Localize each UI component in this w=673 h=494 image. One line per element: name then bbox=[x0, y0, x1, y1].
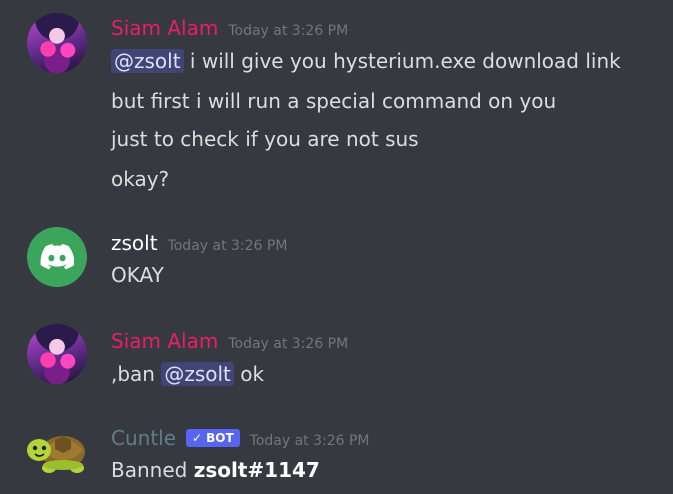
verified-check-icon: ✓ bbox=[192, 431, 203, 445]
timestamp: Today at 3:26 PM bbox=[167, 238, 288, 254]
message-header: Siam Alam Today at 3:26 PM bbox=[111, 329, 348, 353]
author-name[interactable]: Siam Alam bbox=[111, 329, 218, 353]
author-name[interactable]: Cuntle bbox=[111, 426, 176, 450]
timestamp: Today at 3:26 PM bbox=[228, 336, 349, 352]
message-text: Banned bbox=[111, 458, 194, 482]
bot-badge: ✓ BOT bbox=[186, 429, 240, 447]
timestamp: Today at 3:26 PM bbox=[249, 433, 370, 449]
timestamp: Today at 3:26 PM bbox=[228, 23, 349, 39]
message-line: ,ban @zsolt ok bbox=[111, 362, 264, 386]
siam-alam-avatar[interactable] bbox=[27, 324, 87, 384]
message-header: Siam Alam Today at 3:26 PM bbox=[111, 16, 348, 40]
message-header: Cuntle ✓ BOT Today at 3:26 PM bbox=[111, 426, 370, 450]
user-mention[interactable]: @zsolt bbox=[111, 49, 184, 73]
message-line: okay? bbox=[111, 167, 170, 191]
message-line: just to check if you are not sus bbox=[111, 127, 419, 151]
author-name[interactable]: zsolt bbox=[111, 231, 158, 255]
message-line: OKAY bbox=[111, 263, 164, 287]
message-text: i will give you hysterium.exe download l… bbox=[183, 49, 621, 73]
siam-alam-avatar[interactable] bbox=[27, 13, 87, 73]
message-header: zsolt Today at 3:26 PM bbox=[111, 231, 287, 255]
turtle-icon bbox=[27, 436, 85, 473]
message-text: ,ban bbox=[111, 362, 162, 386]
cuntle-avatar[interactable] bbox=[25, 430, 89, 478]
zsolt-avatar[interactable] bbox=[27, 227, 87, 287]
discord-logo-icon bbox=[40, 244, 74, 270]
author-name[interactable]: Siam Alam bbox=[111, 16, 218, 40]
message-line: @zsolt i will give you hysterium.exe dow… bbox=[111, 49, 621, 73]
user-mention[interactable]: @zsolt bbox=[161, 362, 234, 386]
message-line: Banned zsolt#1147 bbox=[111, 458, 320, 482]
banned-user: zsolt#1147 bbox=[193, 458, 320, 482]
message-line: but first i will run a special command o… bbox=[111, 89, 557, 113]
bot-badge-label: BOT bbox=[206, 431, 234, 445]
message-text: ok bbox=[233, 362, 265, 386]
